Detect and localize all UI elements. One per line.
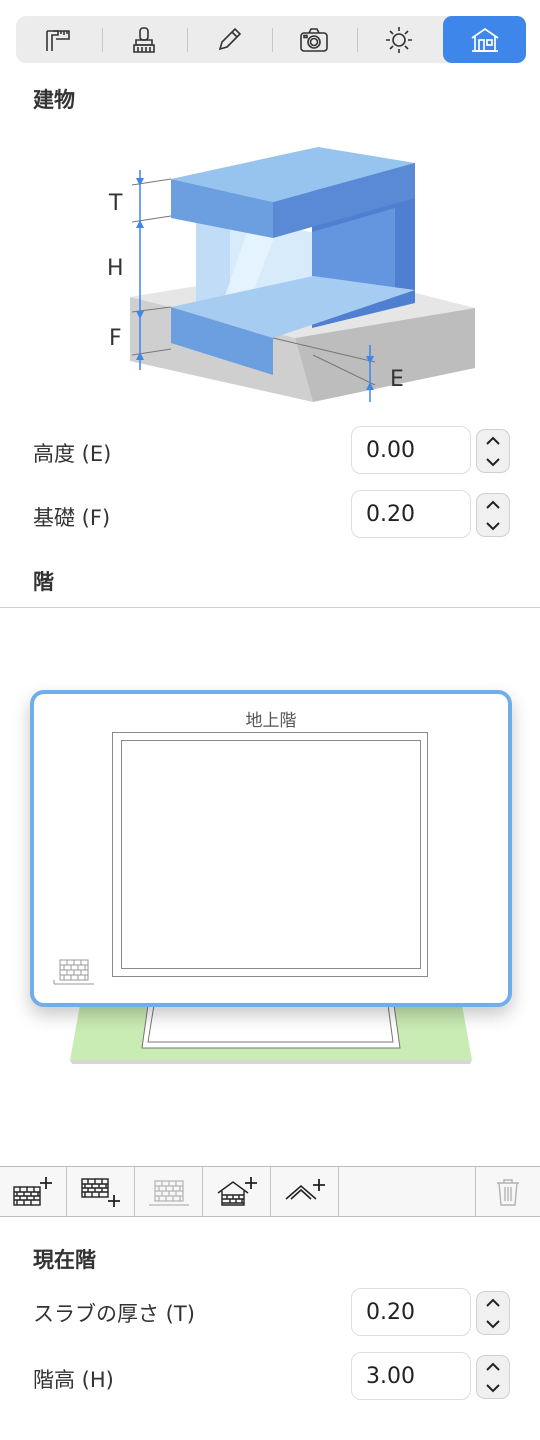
floors-section-title: 階 xyxy=(33,570,54,594)
add-roof-icon xyxy=(284,1178,325,1200)
add-floor-above-button[interactable] xyxy=(0,1167,67,1216)
tab-camera[interactable] xyxy=(272,16,356,63)
elevation-increment-icon[interactable] xyxy=(477,430,509,451)
floor-disabled-icon xyxy=(148,1179,189,1206)
floor-card[interactable]: 地上階 xyxy=(30,690,512,1007)
elevation-stepper[interactable] xyxy=(476,429,510,473)
tool-tab-bar xyxy=(16,16,526,63)
add-floor-above-icon xyxy=(13,1176,52,1206)
ground-floor-plate xyxy=(70,1005,472,1064)
floor-card-title: 地上階 xyxy=(245,711,297,731)
foundation-increment-icon[interactable] xyxy=(477,494,509,515)
add-floor-below-icon xyxy=(80,1177,120,1207)
elevation-decrement-icon[interactable] xyxy=(477,451,509,472)
brick-floor-icon xyxy=(53,959,94,985)
floor-height-label: 階高 (H) xyxy=(33,1368,114,1392)
add-roof-floor-button[interactable] xyxy=(203,1167,271,1216)
foundation-label: 基礎 (F) xyxy=(33,506,111,530)
diagram-label-t: T xyxy=(109,191,123,216)
camera-icon xyxy=(300,27,328,52)
diagram-label-f: F xyxy=(109,326,122,351)
slab-increment-icon[interactable] xyxy=(477,1292,509,1313)
tab-brush[interactable] xyxy=(102,16,186,63)
current-floor-section-title: 現在階 xyxy=(33,1248,96,1272)
tab-measure[interactable] xyxy=(16,16,100,63)
building-diagram xyxy=(130,147,475,402)
add-roof-button[interactable] xyxy=(271,1167,339,1216)
house-icon xyxy=(471,27,498,52)
pencil-icon xyxy=(218,27,242,50)
slab-thickness-field[interactable]: 0.20 xyxy=(351,1288,471,1336)
slab-thickness-stepper[interactable] xyxy=(476,1291,510,1335)
measure-icon xyxy=(46,29,70,51)
tab-pencil[interactable] xyxy=(187,16,271,63)
elevation-field[interactable]: 0.00 xyxy=(351,426,471,474)
foundation-stepper[interactable] xyxy=(476,493,510,537)
tab-sun[interactable] xyxy=(357,16,441,63)
floor-disabled-button[interactable] xyxy=(135,1167,203,1216)
foundation-decrement-icon[interactable] xyxy=(477,515,509,536)
floor-height-decrement-icon[interactable] xyxy=(477,1377,509,1398)
floor-toolbar xyxy=(0,1166,540,1217)
floor-height-field[interactable]: 3.00 xyxy=(351,1352,471,1400)
floor-toolbar-spacer xyxy=(339,1167,476,1216)
brush-icon xyxy=(133,26,155,53)
add-floor-below-button[interactable] xyxy=(67,1167,135,1216)
diagram-label-h: H xyxy=(107,256,124,281)
slab-decrement-icon[interactable] xyxy=(477,1313,509,1334)
building-section-title: 建物 xyxy=(33,88,75,112)
tab-building[interactable] xyxy=(443,16,526,63)
diagram-label-e: E xyxy=(390,367,404,392)
sun-icon xyxy=(386,26,412,53)
slab-thickness-label: スラブの厚さ (T) xyxy=(33,1302,195,1326)
floor-height-stepper[interactable] xyxy=(476,1355,510,1399)
elevation-label: 高度 (E) xyxy=(33,442,112,466)
floors-divider xyxy=(0,607,540,608)
delete-floor-button[interactable] xyxy=(476,1167,540,1216)
floor-plan-inner xyxy=(121,740,421,969)
foundation-field[interactable]: 0.20 xyxy=(351,490,471,538)
add-roof-floor-icon xyxy=(217,1176,257,1206)
floor-height-increment-icon[interactable] xyxy=(477,1356,509,1377)
trash-icon xyxy=(497,1178,519,1206)
